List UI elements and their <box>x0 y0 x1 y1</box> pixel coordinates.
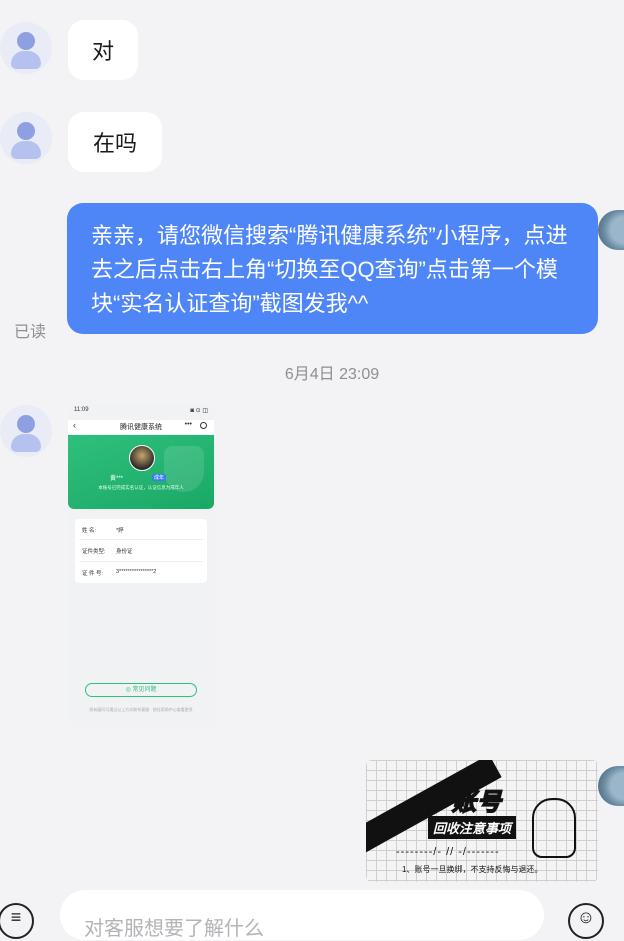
message-bubble-incoming[interactable]: 在吗 <box>68 112 162 172</box>
sticker-dash-line: --------/- // -/------- <box>396 846 500 858</box>
close-icon <box>200 422 207 429</box>
self-avatar[interactable] <box>598 210 624 250</box>
message-text: 对 <box>91 39 114 64</box>
divider <box>79 539 203 540</box>
thumb-info-label: 证 件 号: <box>82 571 104 577</box>
message-input-placeholder: 对客服想要了解什么 <box>84 918 264 940</box>
thumb-info-label: 证件类型: <box>82 549 106 555</box>
image-message-sticker[interactable]: 账号 回收注意事项 --------/- // -/------- 1、账号一旦… <box>366 760 598 882</box>
thumb-footer-text: 如有疑问可通过以上方式联系客服 · 前往帮助中心查看更多 <box>89 707 193 712</box>
sticker-note: 1、账号一旦换绑，不支持反悔与退还。 <box>402 865 543 874</box>
thumb-profile-desc: 本账号已完成实名认证，认证信息为成年人 <box>98 485 184 490</box>
message-text: 在吗 <box>92 131 137 156</box>
thumb-faq-button: ◎ 常见问题 <box>85 683 197 697</box>
avatar-head-shape <box>17 122 35 140</box>
thumb-info-card: 姓 名: *婷 证件类型: 身份证 证 件 号: 3**************… <box>75 519 207 583</box>
thumb-info-value: *婷 <box>116 528 124 534</box>
thumb-info-label: 姓 名: <box>82 528 97 534</box>
avatar[interactable] <box>0 112 52 164</box>
image-message-screenshot[interactable]: 11:09 ◙ ⊙ ◫ ‹ 腾讯健康系统 ••• 黄*** 成年 本账号已完成实… <box>68 404 214 728</box>
thumb-title: 腾讯健康系统 <box>120 424 162 431</box>
divider <box>79 561 203 562</box>
thumb-info-row: 证 件 号: 3****************2 <box>82 569 156 577</box>
thumb-info-value: 身份证 <box>116 549 133 555</box>
sticker-title: 账号 <box>451 788 502 817</box>
thumb-info-row: 证件类型: 身份证 <box>82 547 133 555</box>
message-input[interactable]: 对客服想要了解什么 <box>60 890 544 940</box>
thumb-profile-name: 黄*** <box>110 476 124 482</box>
emoji-button[interactable]: ☺ <box>568 903 604 939</box>
thumb-profile-tag: 成年 <box>152 474 167 481</box>
read-receipt: 已读 <box>14 324 47 341</box>
message-bubble-outgoing[interactable]: 亲亲，请您微信搜索“腾讯健康系统”小程序，点进去之后点击右上角“切换至QQ查询”… <box>67 203 598 334</box>
sticker-subtitle: 回收注意事项 <box>428 816 517 839</box>
thumb-nav-bar: ‹ 腾讯健康系统 ••• <box>68 420 214 434</box>
more-icon: ••• <box>184 421 192 428</box>
self-avatar[interactable] <box>598 766 624 806</box>
avatar-head-shape <box>17 415 35 433</box>
avatar-body-shape <box>11 141 41 159</box>
avatar-body-shape <box>11 434 41 452</box>
avatar-body-shape <box>11 51 41 69</box>
message-timestamp: 6月4日 23:09 <box>284 366 380 383</box>
thumb-profile-avatar <box>129 445 155 471</box>
sticker-figure-illustration <box>532 798 576 858</box>
thumb-status-time: 11:09 <box>74 407 89 413</box>
menu-button[interactable]: ≡ <box>0 903 34 939</box>
avatar-head-shape <box>17 32 35 50</box>
thumb-status-icons: ◙ ⊙ ◫ <box>190 408 208 414</box>
message-text: 亲亲，请您微信搜索“腾讯健康系统”小程序，点进去之后点击右上角“切换至QQ查询”… <box>91 223 568 316</box>
thumb-info-row: 姓 名: *婷 <box>82 526 124 534</box>
avatar[interactable] <box>0 405 52 457</box>
message-bubble-incoming[interactable]: 对 <box>68 20 138 80</box>
thumb-info-value: 3****************2 <box>116 569 157 575</box>
avatar[interactable] <box>0 22 52 74</box>
